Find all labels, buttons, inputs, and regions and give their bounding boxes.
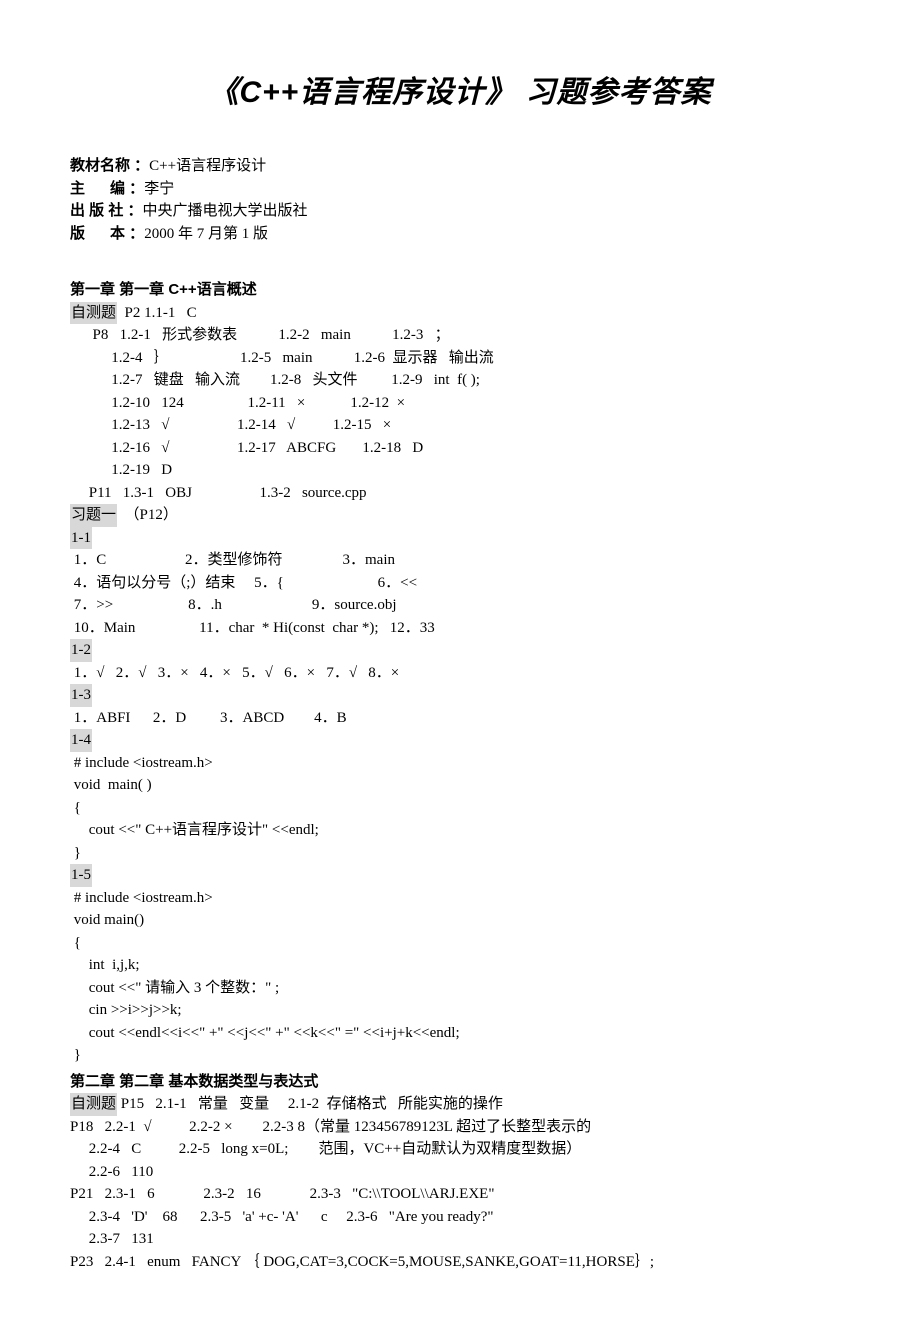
exercise1-row: 习题一 （P12） (70, 504, 850, 527)
s1-3-label: 1-3 (70, 684, 92, 707)
selftest-p2: P2 1.1-1 C (117, 305, 197, 321)
meta-name: 教材名称 ：C++语言程序设计 (70, 155, 850, 178)
meta-editor-label: 主 编 ： (70, 180, 144, 197)
meta-edition-label: 版 本 ： (70, 225, 144, 242)
metadata-block: 教材名称 ：C++语言程序设计 主 编 ：李宁 出 版 社 ：中央广播电视大学出… (70, 155, 850, 245)
meta-editor-value: 李宁 (144, 181, 174, 197)
s1-4-label-row: 1-4 (70, 729, 850, 752)
s1-3-label-row: 1-3 (70, 684, 850, 707)
meta-publisher-label: 出 版 社 ： (70, 202, 143, 219)
s1-1-content: 1．C 2．类型修饰符 3．main 4．语句以分号（;）结束 5．{ 6．<<… (70, 549, 850, 639)
meta-name-value: C++语言程序设计 (149, 158, 266, 174)
meta-edition-value: 2000 年 7 月第 1 版 (144, 226, 268, 242)
s1-5-label: 1-5 (70, 864, 92, 887)
ch2-selftest-row: 自测题 P15 2.1-1 常量 变量 2.1-2 存储格式 所能实施的操作 (70, 1093, 850, 1116)
s1-4-code: # include <iostream.h> void main( ) { co… (70, 752, 850, 865)
meta-publisher-value: 中央广播电视大学出版社 (143, 203, 308, 219)
meta-edition: 版 本 ：2000 年 7 月第 1 版 (70, 223, 850, 246)
ch1-p8-block: P8 1.2-1 形式参数表 1.2-2 main 1.2-3 ； 1.2-4 … (70, 324, 850, 504)
selftest-label: 自测题 (70, 302, 117, 325)
s1-4-label: 1-4 (70, 729, 92, 752)
s1-5-label-row: 1-5 (70, 864, 850, 887)
s1-2-content: 1．√ 2．√ 3．× 4．× 5．√ 6．× 7．√ 8．× (70, 662, 850, 685)
ch2-content: P18 2.2-1 √ 2.2-2 × 2.2-3 8（常量 123456789… (70, 1116, 850, 1274)
exercise1-label: 习题一 (70, 504, 117, 527)
s1-1-label: 1-1 (70, 527, 92, 550)
meta-editor: 主 编 ：李宁 (70, 178, 850, 201)
s1-1-label-row: 1-1 (70, 527, 850, 550)
chapter2-heading: 第二章 第二章 基本数据类型与表达式 (70, 1071, 850, 1094)
exercise1-paren: （P12） (117, 507, 178, 523)
s1-3-content: 1．ABFI 2．D 3．ABCD 4．B (70, 707, 850, 730)
ch2-selftest-label: 自测题 (70, 1093, 117, 1116)
s1-2-label-row: 1-2 (70, 639, 850, 662)
s1-2-label: 1-2 (70, 639, 92, 662)
chapter1-heading: 第一章 第一章 C++语言概述 (70, 279, 850, 302)
ch2-line1-rest: P15 2.1-1 常量 变量 2.1-2 存储格式 所能实施的操作 (117, 1096, 503, 1112)
page-title: 《C++语言程序设计》 习题参考答案 (70, 70, 850, 115)
ch1-selftest-row: 自测题 P2 1.1-1 C (70, 302, 850, 325)
meta-publisher: 出 版 社 ：中央广播电视大学出版社 (70, 200, 850, 223)
s1-5-code: # include <iostream.h> void main() { int… (70, 887, 850, 1067)
meta-name-label: 教材名称 ： (70, 157, 149, 174)
